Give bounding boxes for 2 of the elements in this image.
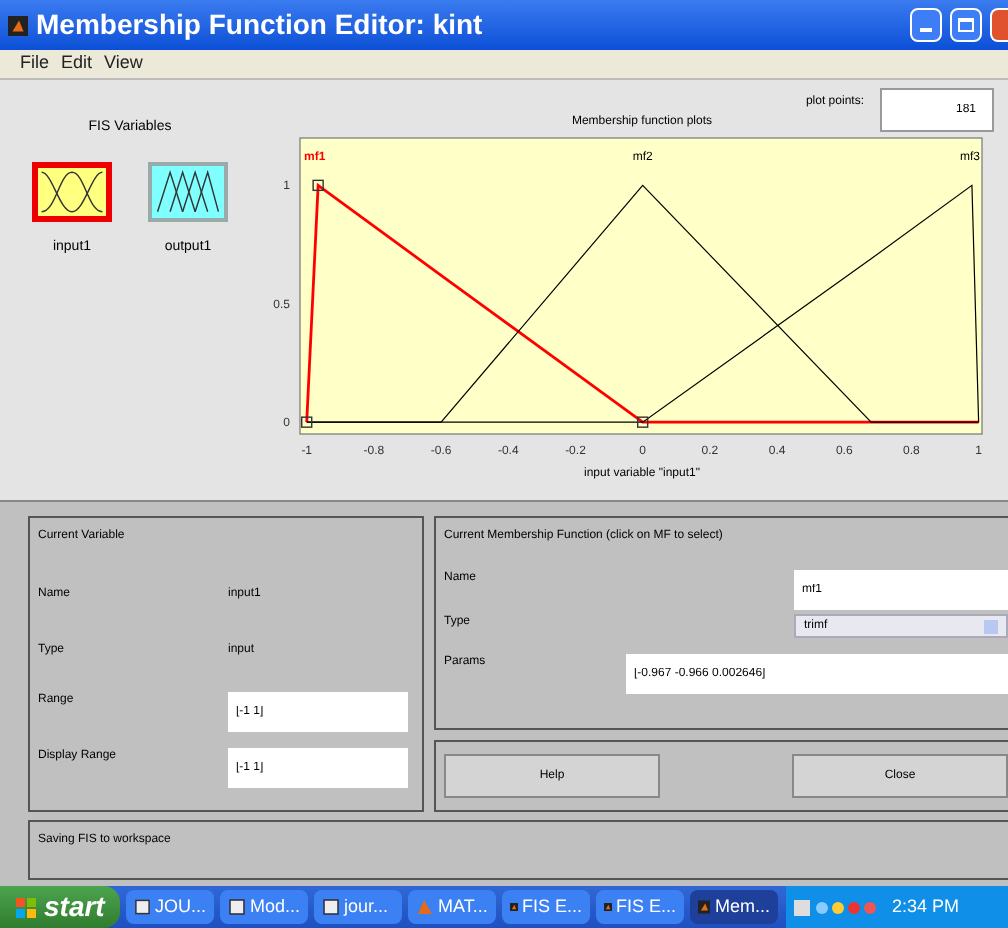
window-title: Membership Function Editor: kint [36,6,485,44]
clock: 2:34 PM [892,893,960,920]
